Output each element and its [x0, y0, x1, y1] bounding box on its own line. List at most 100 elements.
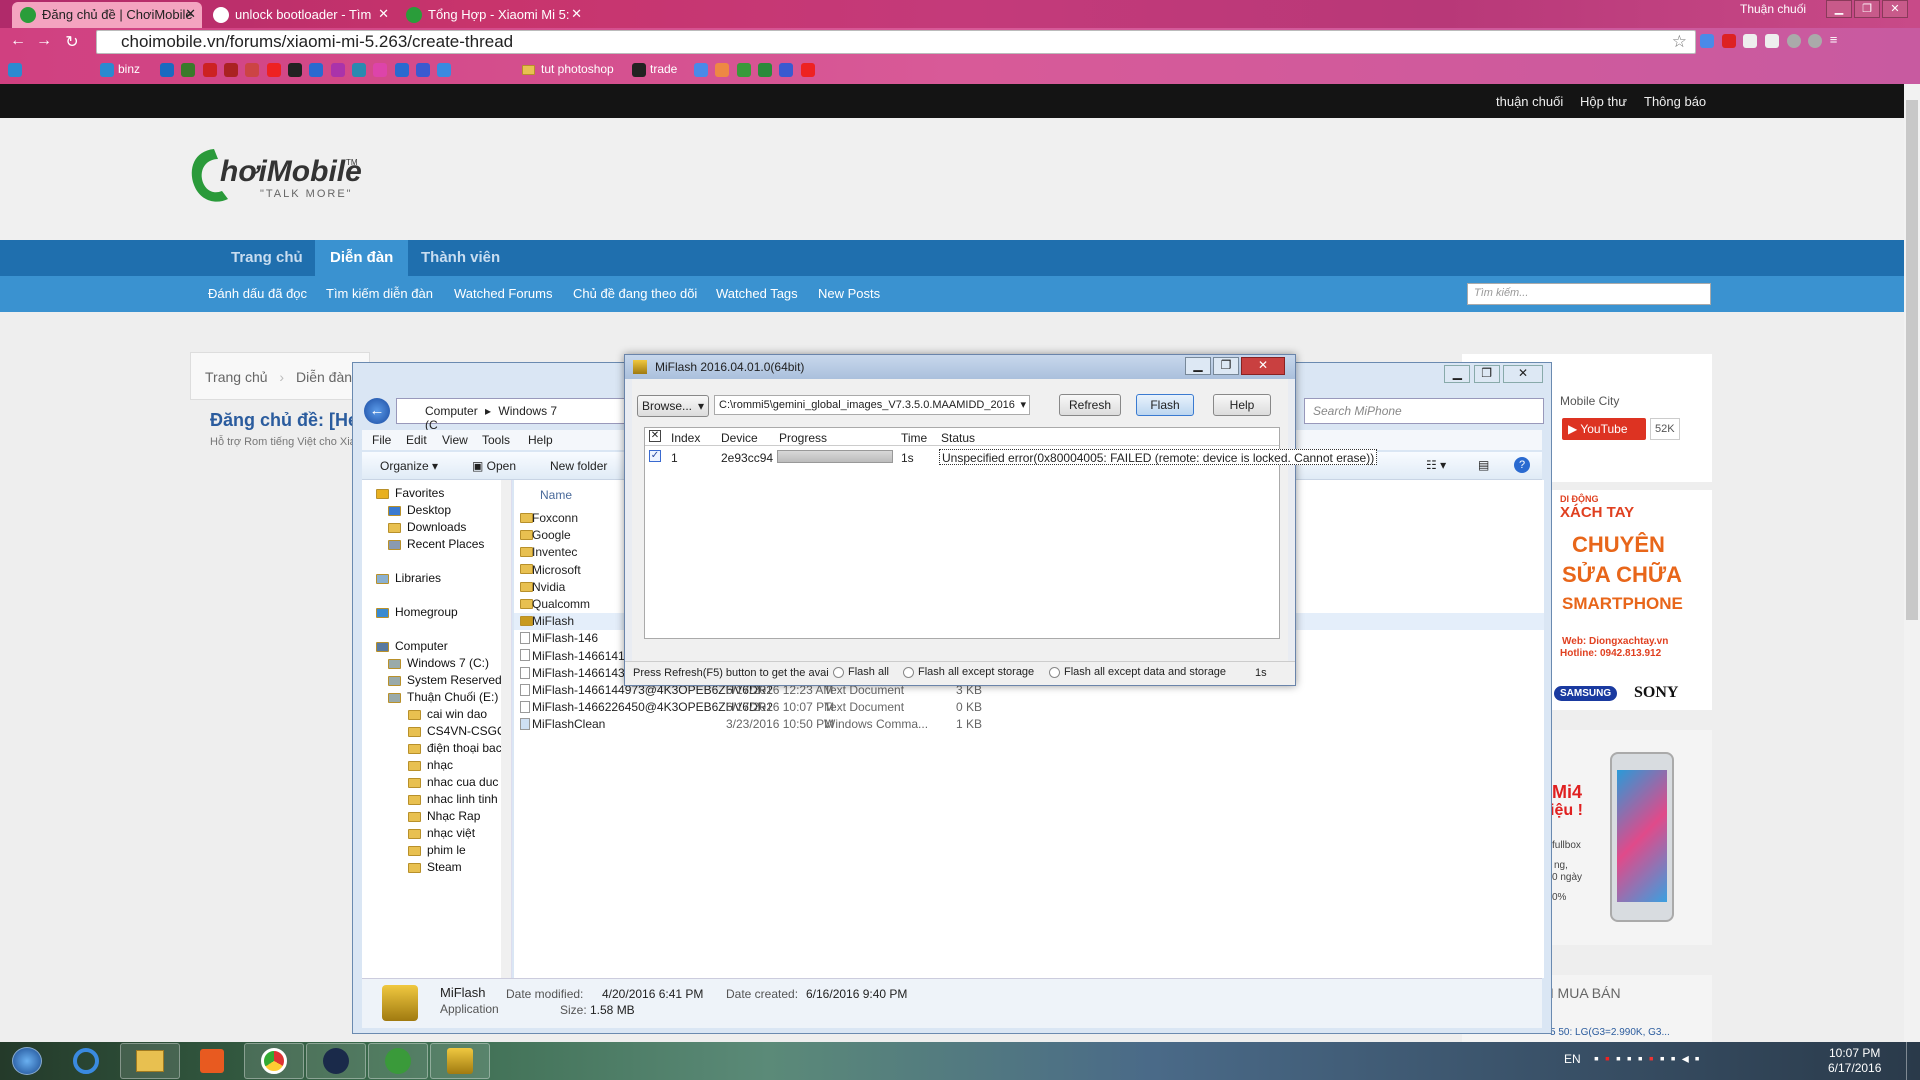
facebook-icon[interactable]	[416, 62, 431, 77]
maximize-button[interactable]: ❐	[1473, 365, 1500, 383]
youtube-icon[interactable]	[266, 62, 281, 77]
user-link[interactable]: thuận chuối	[1496, 94, 1563, 109]
language-indicator[interactable]: EN	[1564, 1052, 1581, 1066]
menu-icon[interactable]: ≡	[1830, 32, 1838, 47]
column-device[interactable]: Device	[721, 431, 758, 445]
select-all-checkbox[interactable]: ✕	[649, 430, 661, 442]
youtube-subscribe-button[interactable]: ▶ YouTube	[1562, 418, 1646, 440]
flash-button[interactable]: Flash	[1136, 394, 1194, 416]
bookmark-icon[interactable]	[437, 62, 452, 77]
forward-icon[interactable]: →	[34, 32, 54, 52]
radio-flash-except-storage[interactable]: Flash all except storage	[903, 666, 1034, 678]
translate-icon[interactable]	[1700, 33, 1714, 48]
column-time[interactable]: Time	[901, 431, 927, 445]
preview-pane-icon[interactable]: ▤	[1478, 458, 1489, 472]
scrollbar-thumb[interactable]	[1906, 100, 1918, 620]
device-row[interactable]: ✓ 1 2e93cc94 1s Unspecified error(0x8000…	[645, 448, 1378, 466]
mail-icon[interactable]	[1743, 33, 1758, 48]
breadcrumb-home[interactable]: Trang chủ	[205, 369, 268, 385]
column-status[interactable]: Status	[941, 431, 975, 445]
nav-item-nhac-linh-tinh[interactable]: nhac linh tinh	[408, 792, 498, 809]
close-button[interactable]: ✕	[1503, 365, 1543, 383]
open-button[interactable]: ▣ Open	[472, 459, 516, 473]
close-button[interactable]: ✕	[1882, 0, 1908, 18]
nav-item-thu-n-chu-i-e[interactable]: Thuận Chuối (E:)	[388, 690, 498, 707]
help-button[interactable]: Help	[1213, 394, 1271, 416]
bookmark-icon[interactable]	[160, 62, 174, 77]
radio-flash-all[interactable]: Flash all	[833, 666, 889, 678]
nav-item-windows-7-c[interactable]: Windows 7 (C:)	[388, 656, 489, 673]
network-app-taskbar-icon[interactable]	[368, 1043, 428, 1079]
nav-item-desktop[interactable]: Desktop	[388, 503, 451, 520]
menu-help[interactable]: Help	[528, 433, 553, 447]
maximize-button[interactable]: ❐	[1213, 357, 1239, 375]
browser-tab[interactable]: Tổng Hợp - Xiaomi Mi 5: ✕	[398, 2, 588, 28]
drive-icon[interactable]	[758, 62, 773, 77]
device-checkbox[interactable]: ✓	[649, 450, 661, 462]
site-logo[interactable]: hơiMobile "TALK MORE" TM	[186, 145, 366, 215]
inbox-link[interactable]: Hộp thư	[1580, 94, 1627, 109]
bookmark-binz[interactable]: binz	[100, 62, 140, 80]
bookmark-icon[interactable]	[330, 62, 345, 77]
menu-edit[interactable]: Edit	[406, 433, 427, 447]
browse-dropdown[interactable]: Browse... ▾	[637, 395, 709, 417]
nav-item-cai-win-dao[interactable]: cai win dao	[408, 707, 487, 724]
bookmark-star-icon[interactable]: ☆	[1672, 32, 1687, 52]
subnav-new-posts[interactable]: New Posts	[818, 286, 880, 301]
nav-item-i-n-tho-i-back[interactable]: điện thoại back	[408, 741, 508, 758]
explorer-taskbar-icon[interactable]	[120, 1043, 180, 1079]
tray-icon[interactable]: ▪	[1695, 1050, 1706, 1066]
instagram-icon[interactable]	[373, 62, 388, 77]
nav-item-steam[interactable]: Steam	[408, 860, 462, 877]
miflash-taskbar-icon[interactable]	[430, 1043, 490, 1079]
adblock-icon[interactable]	[1721, 33, 1736, 48]
help-icon[interactable]: ?	[1514, 457, 1530, 473]
nav-item-nh-c-rap[interactable]: Nhạc Rap	[408, 809, 480, 826]
file-row[interactable]: MiFlashClean 3/23/2016 10:50 PM Windows Co…	[514, 716, 1544, 733]
nav-home[interactable]: Trang chủ	[216, 240, 318, 276]
facebook-icon[interactable]	[779, 62, 794, 77]
volume-icon[interactable]: ◂	[1682, 1050, 1695, 1066]
maximize-button[interactable]: ❐	[1854, 0, 1880, 18]
network-icon[interactable]: ▪	[1671, 1050, 1682, 1066]
tray-icon[interactable]: ▪	[1627, 1050, 1638, 1066]
file-row[interactable]: MiFlash-1466226450@4K3OPEB6ZHV6DR2 6/17/2…	[514, 699, 1544, 716]
nav-item-homegroup[interactable]: Homegroup	[376, 605, 458, 622]
subnav-search-forums[interactable]: Tìm kiếm diễn đàn	[326, 286, 433, 301]
nav-members[interactable]: Thành viên	[406, 240, 515, 276]
column-progress[interactable]: Progress	[779, 431, 827, 445]
bookmark-icon[interactable]	[352, 62, 367, 77]
nav-scrollbar[interactable]	[501, 480, 511, 978]
tray-icon[interactable]: ▪	[1638, 1050, 1649, 1066]
tray-icon[interactable]: ▪	[1660, 1050, 1671, 1066]
nav-item-favorites[interactable]: Favorites	[376, 486, 444, 503]
close-icon[interactable]: ✕	[571, 6, 582, 22]
taskbar-clock[interactable]: 10:07 PM 6/17/2016	[1828, 1046, 1881, 1076]
nav-item-nhac-cua-duc[interactable]: nhac cua duc	[408, 775, 498, 792]
bookmark-item[interactable]	[8, 62, 26, 80]
subnav-watched-tags[interactable]: Watched Tags	[716, 286, 798, 301]
nav-item-cs4vn-csgo[interactable]: CS4VN-CSGO	[408, 724, 506, 741]
profile-name[interactable]: Thuận chuối	[1740, 2, 1806, 16]
nav-forums[interactable]: Diễn đàn	[315, 240, 409, 276]
back-icon[interactable]: ←	[364, 398, 390, 424]
rom-path-select[interactable]: C:\rommi5\gemini_global_images_V7.3.5.0.…	[714, 395, 1030, 415]
explorer-address-bar[interactable]: Computer ▸ Windows 7 (C	[396, 398, 626, 432]
bookmark-icon[interactable]	[245, 62, 260, 77]
close-icon[interactable]: ✕	[378, 6, 389, 22]
start-button[interactable]	[6, 1042, 48, 1080]
bookmark-icon[interactable]	[181, 62, 196, 77]
youtube-icon[interactable]	[800, 62, 815, 77]
subnav-watched-threads[interactable]: Chủ đề đang theo dõi	[573, 286, 697, 301]
subnav-watched-forums[interactable]: Watched Forums	[454, 286, 553, 301]
nav-item-computer[interactable]: Computer	[376, 639, 448, 656]
bookmark-icon[interactable]	[736, 62, 751, 77]
menu-tools[interactable]: Tools	[482, 433, 510, 447]
minimize-button[interactable]: ▁	[1444, 365, 1471, 383]
breadcrumb-forums[interactable]: Diễn đàn	[296, 369, 352, 385]
radio-flash-except-data-storage[interactable]: Flash all except data and storage	[1049, 666, 1226, 678]
view-options-icon[interactable]: ☷ ▾	[1426, 458, 1446, 472]
back-icon[interactable]: ←	[8, 32, 28, 52]
close-button[interactable]: ✕	[1241, 357, 1285, 375]
bookmark-icon[interactable]	[309, 62, 324, 77]
